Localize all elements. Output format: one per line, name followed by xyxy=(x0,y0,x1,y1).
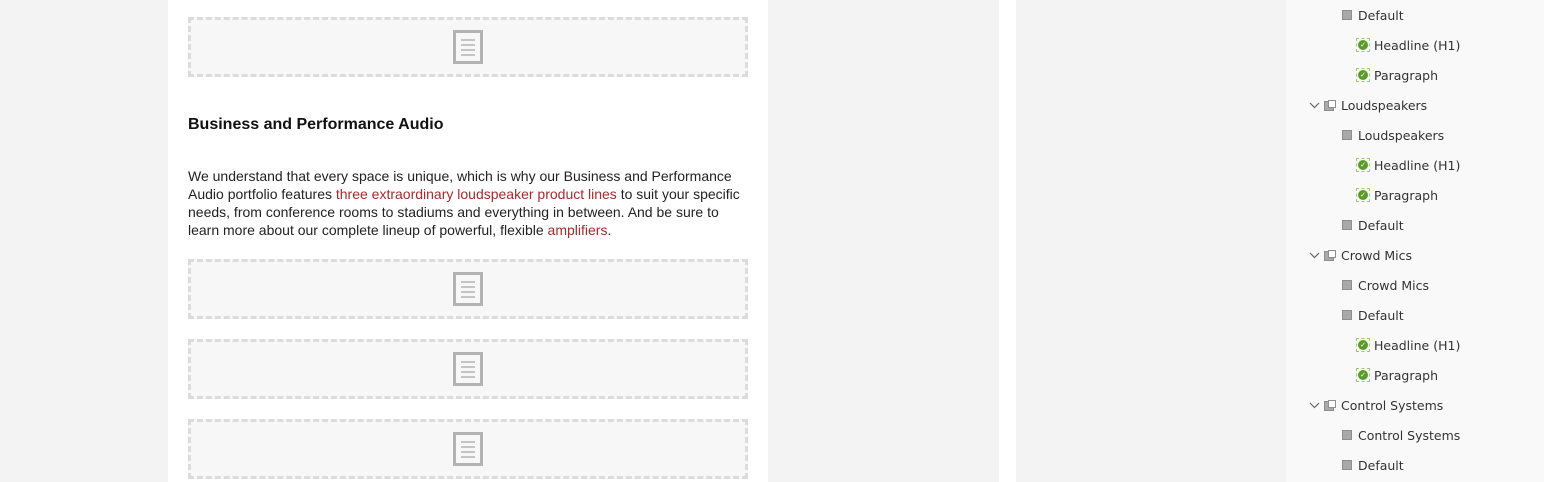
document-placeholder-icon xyxy=(453,432,483,466)
workspace-right-margin xyxy=(768,0,999,482)
document-placeholder-icon xyxy=(453,272,483,306)
tree-item[interactable]: ✓ Paragraph xyxy=(1356,360,1438,390)
tree-item[interactable]: ✓ Headline (H1) xyxy=(1356,150,1460,180)
tree-item-label: Headline (H1) xyxy=(1374,37,1461,53)
tree-item-label: Headline (H1) xyxy=(1374,157,1461,173)
tree-item-label: Default xyxy=(1358,7,1404,23)
check-circle-icon: ✓ xyxy=(1356,338,1370,352)
folder-node-icon xyxy=(1324,249,1337,261)
tree-group-loudspeakers[interactable]: Loudspeakers xyxy=(1306,90,1427,120)
square-node-icon xyxy=(1342,280,1352,290)
square-node-icon xyxy=(1342,220,1352,230)
properties-panel xyxy=(1016,0,1286,482)
document-placeholder-icon xyxy=(453,30,483,64)
tree-item[interactable]: Crowd Mics xyxy=(1342,270,1429,300)
email-canvas: Business and Performance Audio We unders… xyxy=(168,0,768,482)
section-paragraph[interactable]: We understand that every space is unique… xyxy=(188,167,748,239)
content-placeholder-block[interactable] xyxy=(188,339,748,399)
tree-item-label: Crowd Mics xyxy=(1341,247,1413,263)
tree-item-label: Default xyxy=(1358,307,1404,323)
tree-item[interactable]: Default xyxy=(1342,450,1404,480)
tree-item-label: Control Systems xyxy=(1341,397,1444,413)
tree-item-label: Loudspeakers xyxy=(1358,127,1445,143)
check-circle-icon: ✓ xyxy=(1356,38,1370,52)
tree-item[interactable]: ✓ Paragraph xyxy=(1356,60,1438,90)
document-placeholder-icon xyxy=(453,352,483,386)
tree-item-label: Paragraph xyxy=(1374,367,1439,383)
tree-item-label: Paragraph xyxy=(1374,187,1439,203)
amplifiers-link[interactable]: amplifiers xyxy=(548,222,608,238)
tree-item[interactable]: ✓ Headline (H1) xyxy=(1356,330,1460,360)
folder-node-icon xyxy=(1324,99,1337,111)
tree-item-label: Default xyxy=(1358,217,1404,233)
tree-group-control-systems[interactable]: Control Systems xyxy=(1306,390,1443,420)
chevron-down-icon[interactable] xyxy=(1306,397,1322,413)
chevron-down-icon[interactable] xyxy=(1306,247,1322,263)
tree-item-label: Default xyxy=(1358,457,1404,473)
tree-item-label: Loudspeakers xyxy=(1341,97,1428,113)
tree-item[interactable]: Default xyxy=(1342,0,1404,30)
square-node-icon xyxy=(1342,430,1352,440)
tree-group-crowd-mics[interactable]: Crowd Mics xyxy=(1306,240,1412,270)
tree-item[interactable]: ✓ Headline (H1) xyxy=(1356,30,1460,60)
workspace-left-margin xyxy=(0,0,168,482)
tree-item-label: Headline (H1) xyxy=(1374,337,1461,353)
check-circle-icon: ✓ xyxy=(1356,158,1370,172)
check-circle-icon: ✓ xyxy=(1356,368,1370,382)
square-node-icon xyxy=(1342,460,1352,470)
tree-item[interactable]: Loudspeakers xyxy=(1342,120,1444,150)
tree-item[interactable]: ✓ Paragraph xyxy=(1356,180,1438,210)
tree-item-label: Control Systems xyxy=(1358,427,1461,443)
tree-item-label: Crowd Mics xyxy=(1358,277,1430,293)
panel-divider[interactable] xyxy=(999,0,1016,482)
section-heading[interactable]: Business and Performance Audio xyxy=(188,116,443,134)
tree-item[interactable]: Default xyxy=(1342,300,1404,330)
square-node-icon xyxy=(1342,10,1352,20)
tree-item[interactable]: Default xyxy=(1342,210,1404,240)
check-circle-icon: ✓ xyxy=(1356,68,1370,82)
content-placeholder-block[interactable] xyxy=(188,259,748,319)
tree-item[interactable]: Control Systems xyxy=(1342,420,1460,450)
folder-node-icon xyxy=(1324,399,1337,411)
content-placeholder-block[interactable] xyxy=(188,419,748,479)
tree-item-label: Paragraph xyxy=(1374,67,1439,83)
chevron-down-icon[interactable] xyxy=(1306,97,1322,113)
square-node-icon xyxy=(1342,130,1352,140)
loudspeaker-lines-link[interactable]: three extraordinary loudspeaker product … xyxy=(336,186,617,202)
layers-tree-panel: Default ✓ Headline (H1) ✓ Paragraph Loud… xyxy=(1286,0,1544,482)
check-circle-icon: ✓ xyxy=(1356,188,1370,202)
content-placeholder-block[interactable] xyxy=(188,17,748,77)
square-node-icon xyxy=(1342,310,1352,320)
paragraph-text: . xyxy=(607,222,612,238)
